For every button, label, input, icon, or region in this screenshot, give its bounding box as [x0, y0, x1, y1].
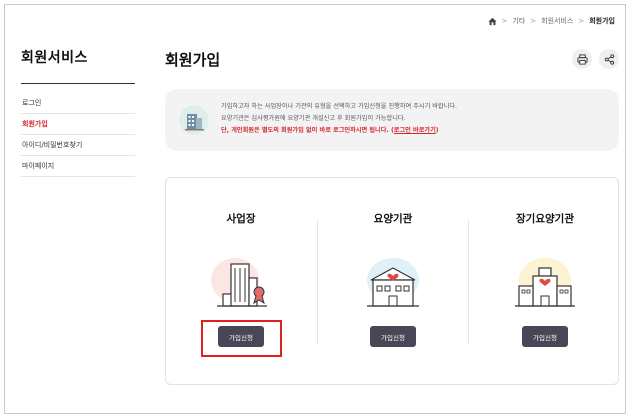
- sidebar-divider: [21, 83, 135, 84]
- share-button[interactable]: [599, 49, 619, 69]
- breadcrumb-separator: >: [578, 17, 585, 25]
- breadcrumb-item-current: 회원가입: [589, 17, 615, 25]
- notice-line-2: 요양기관은 심사평가원에 요양기관 개설신고 후 회원가입이 가능합니다.: [221, 115, 406, 122]
- page-title: 회원가입: [165, 51, 221, 69]
- sidebar-item-login[interactable]: 로그인: [21, 93, 135, 114]
- join-button-business[interactable]: 가입신청: [218, 326, 264, 347]
- sidebar-item-signup[interactable]: 회원가입: [21, 114, 135, 135]
- sidebar-item-mypage[interactable]: 마이페이지: [21, 156, 135, 177]
- breadcrumb-separator: >: [501, 17, 508, 25]
- print-icon: [576, 53, 588, 65]
- page-frame: > 기타 > 회원서비스 > 회원가입 회원서비스 로그인 회원가입 아이디/비…: [4, 4, 626, 414]
- join-button-care-institution[interactable]: 가입신청: [370, 326, 416, 347]
- care-facility-icon: [515, 258, 575, 307]
- card-long-term-care: 장기요양기관 가입신청: [470, 178, 620, 386]
- login-shortcut-link[interactable]: 로그인 바로가기: [394, 127, 436, 134]
- card-business: 사업장 가입신청: [166, 178, 316, 386]
- breadcrumb-item-member-service[interactable]: 회원서비스: [541, 16, 573, 26]
- card-title-business: 사업장: [226, 213, 256, 225]
- print-button[interactable]: [572, 49, 592, 69]
- share-icon: [604, 53, 614, 65]
- sidebar-nav: 로그인 회원가입 아이디/비밀번호찾기 마이페이지: [21, 93, 135, 177]
- card-title-long-term-care: 장기요양기관: [516, 213, 574, 225]
- notice-text: 가입하고자 하는 사업장이나 기관의 유형을 선택하고 가입신청을 진행하여 주…: [221, 101, 457, 137]
- notice-line-3: 단, 개인회원은 별도의 회원가입 없이 바로 로그인하시면 됩니다. (로그인…: [221, 125, 457, 137]
- breadcrumb-item-etc[interactable]: 기타: [512, 16, 525, 26]
- join-button-long-term-care[interactable]: 가입신청: [522, 326, 568, 347]
- building-illustration-icon: [179, 105, 209, 135]
- breadcrumb: > 기타 > 회원서비스 > 회원가입: [487, 16, 615, 26]
- breadcrumb-separator: >: [530, 17, 537, 25]
- hospital-icon: [367, 258, 419, 307]
- home-icon[interactable]: [487, 17, 497, 26]
- sidebar-title: 회원서비스: [21, 50, 88, 66]
- sidebar-item-find-id-password[interactable]: 아이디/비밀번호찾기: [21, 135, 135, 156]
- card-divider: [468, 220, 469, 344]
- notice-box: 가입하고자 하는 사업장이나 기관의 유형을 선택하고 가입신청을 진행하여 주…: [165, 89, 619, 151]
- signup-type-cards: 사업장 가입신청 요양기관 가입신청 장기요양기관 가입신청: [165, 177, 619, 385]
- office-building-icon: [211, 258, 267, 307]
- notice-line-3-text: 단, 개인회원은 별도의 회원가입 없이 바로 로그인하시면 됩니다. (: [221, 127, 394, 134]
- notice-line-1: 가입하고자 하는 사업장이나 기관의 유형을 선택하고 가입신청을 진행하여 주…: [221, 103, 457, 110]
- card-care-institution: 요양기관 가입신청: [318, 178, 468, 386]
- notice-line-3-suffix: ): [435, 127, 439, 134]
- card-title-care-institution: 요양기관: [373, 213, 413, 225]
